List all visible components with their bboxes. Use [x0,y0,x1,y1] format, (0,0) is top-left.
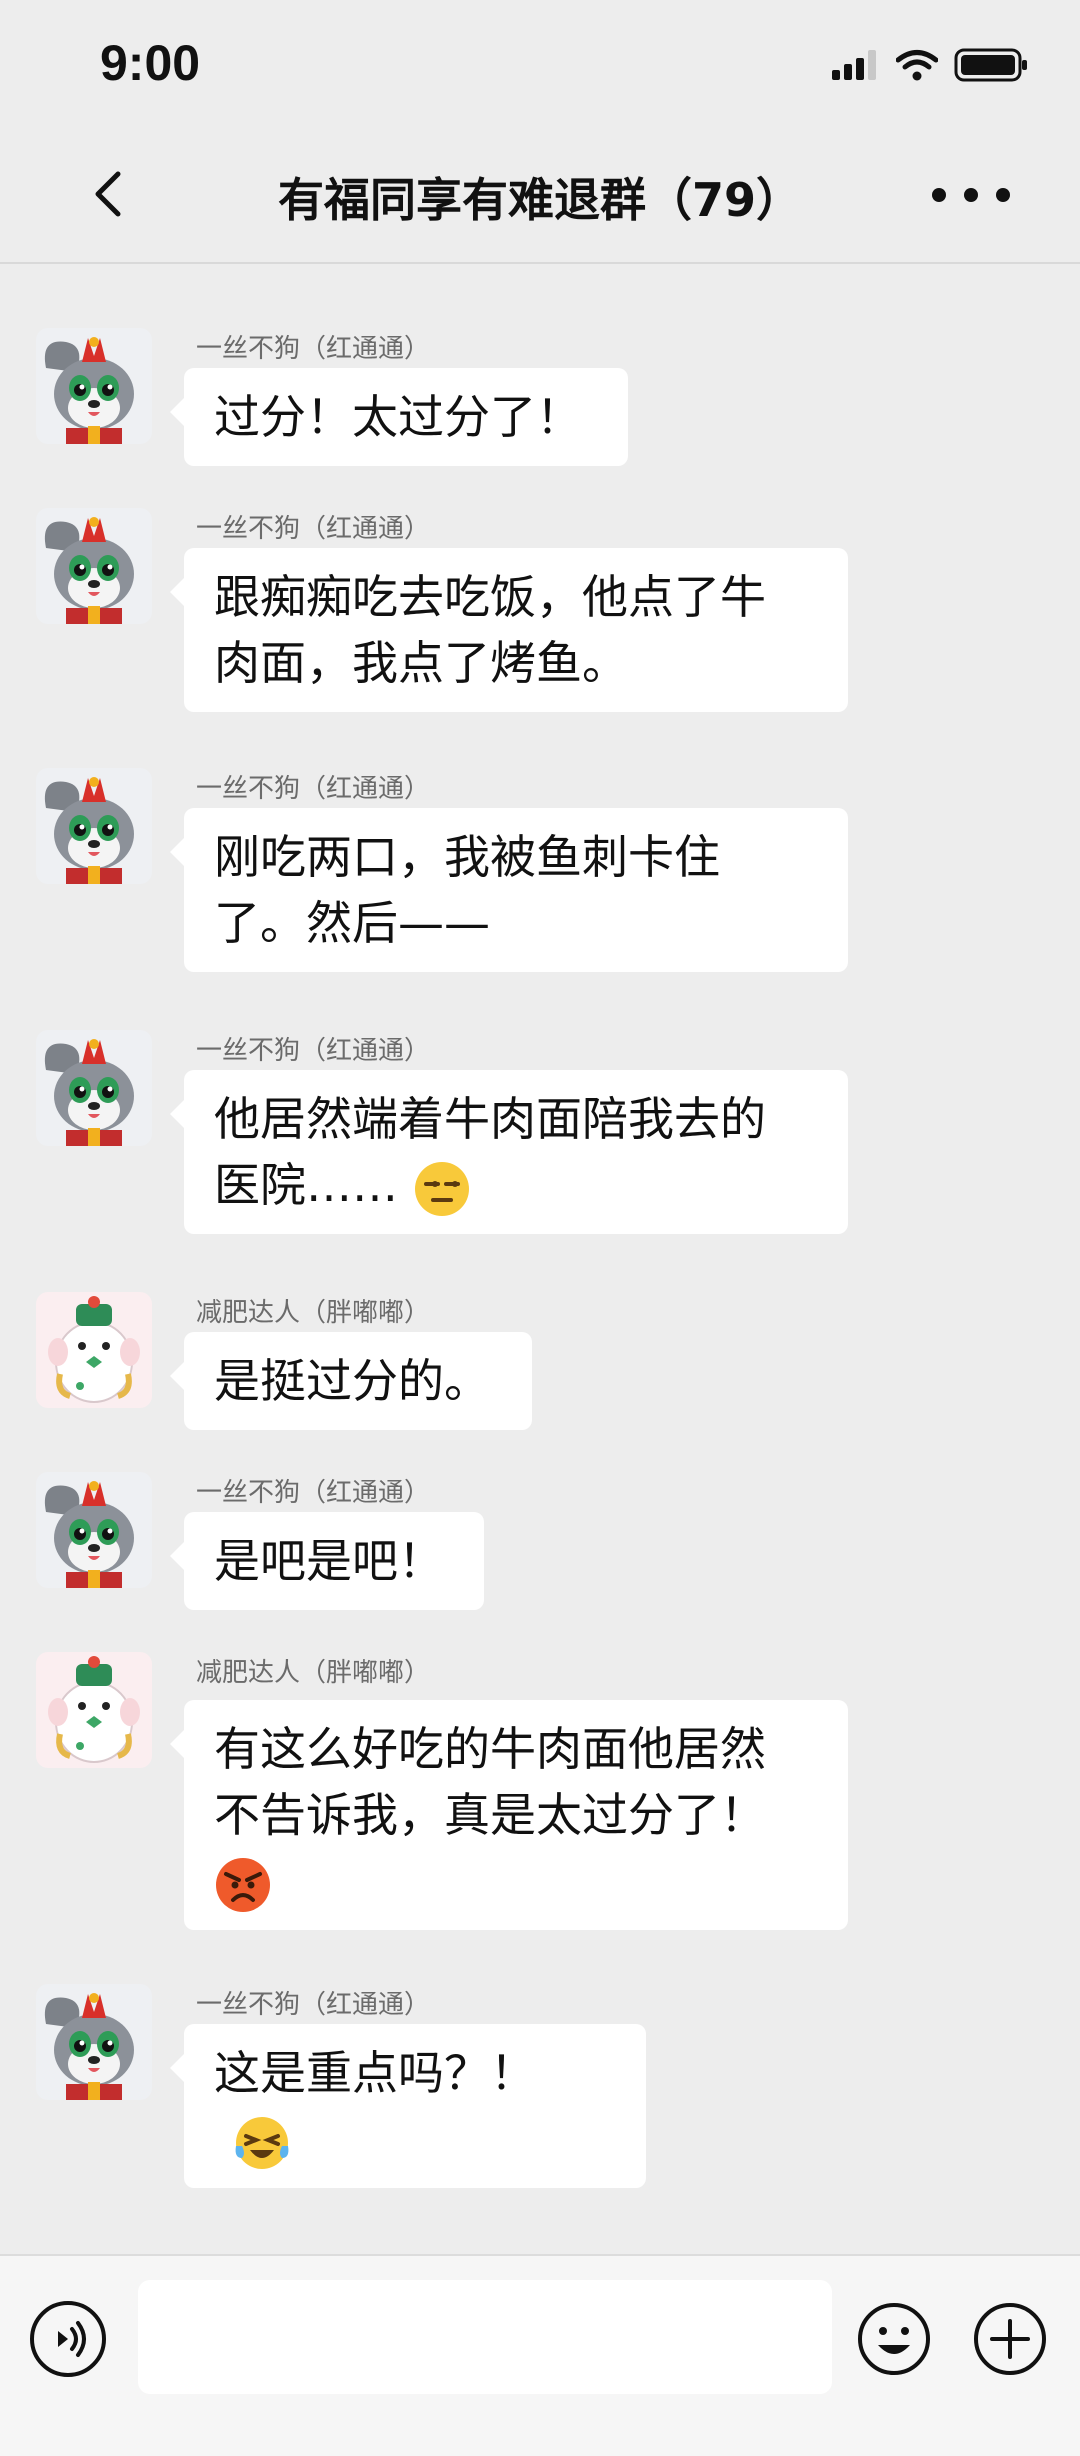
message-text-line: 他居然端着牛肉面陪我去的 [214,1092,766,1146]
gray-dog-avatar[interactable] [36,768,152,884]
gray-dog-avatar[interactable] [36,508,152,624]
white-pig-avatar[interactable] [36,1292,152,1408]
message-text-line: 肉面，我点了烤鱼。 [214,636,628,690]
message-text: 是挺过分的。 [214,1354,490,1408]
sender-name: 一丝不狗（红通通） [196,774,431,804]
message-text-line: 了。然后—— [214,896,490,950]
voice-icon [58,2321,86,2357]
message-text-line: 有这么好吃的牛肉面他居然 [214,1722,766,1776]
nav-bar: 有福同享有难退群（79） [0,130,1080,264]
message-text-line: 不告诉我，真是太过分了！ [214,1788,766,1842]
emoji-picker-button[interactable] [856,2301,932,2377]
message-list[interactable]: 一丝不狗（红通通） 过分！太过分了！ 一丝不狗（红通通） 跟痴痴吃去吃饭，他点了… [0,264,1080,2254]
status-icons [832,48,1028,82]
voice-input-button[interactable] [30,2301,106,2377]
message-bubble[interactable]: 跟痴痴吃去吃饭，他点了牛 肉面，我点了烤鱼。 [170,548,848,712]
gray-dog-avatar[interactable] [36,328,152,444]
message-bubble[interactable]: 刚吃两口，我被鱼刺卡住 了。然后—— [170,808,848,972]
message-bubble[interactable]: 是吧是吧！ [170,1512,484,1610]
white-pig-avatar[interactable] [36,1652,152,1768]
sender-name: 一丝不狗（红通通） [196,334,431,364]
message-text: 过分！太过分了！ [214,390,582,444]
message-bubble[interactable]: 他居然端着牛肉面陪我去的 医院…… [170,1070,848,1234]
angry-face-emoji [216,1857,270,1912]
signal-icon [832,50,876,80]
message-bubble[interactable]: 是挺过分的。 [170,1332,532,1430]
unamused-face-emoji [414,1161,469,1216]
chat-title: 有福同享有难退群（79） [277,173,802,227]
sender-name: 一丝不狗（红通通） [196,514,431,544]
sender-name: 一丝不狗（红通通） [196,1990,431,2020]
status-bar: 9:00 [0,0,1080,130]
sender-name: 减肥达人（胖嘟嘟） [196,1298,431,1328]
message-text: 是吧是吧！ [214,1534,444,1588]
message-bubble[interactable]: 过分！太过分了！ [170,368,628,466]
battery-icon [954,48,1027,82]
message-text: 医院…… [214,1158,398,1212]
sender-name: 减肥达人（胖嘟嘟） [196,1658,431,1688]
message-text: 这是重点吗？！ [214,2046,536,2100]
more-icon[interactable] [932,188,1010,202]
message-bubble[interactable]: 这是重点吗？！ [170,2024,646,2188]
message-text-line: 跟痴痴吃去吃饭，他点了牛 [214,570,766,624]
gray-dog-avatar[interactable] [36,1472,152,1588]
gray-dog-avatar[interactable] [36,1030,152,1146]
message-bubble[interactable]: 有这么好吃的牛肉面他居然 不告诉我，真是太过分了！ [170,1700,848,1930]
gray-dog-avatar[interactable] [36,1984,152,2100]
message-emoji-line [214,1848,818,1914]
sender-name: 一丝不狗（红通通） [196,1036,431,1066]
status-time: 9:00 [100,35,201,91]
sender-name: 一丝不狗（红通通） [196,1478,431,1508]
laughing-tears-face-emoji [235,2116,289,2169]
more-actions-button[interactable] [972,2301,1048,2377]
message-text-line: 刚吃两口，我被鱼刺卡住 [214,830,720,884]
message-text-line-with-emoji: 医院…… [214,1152,818,1218]
input-bar [0,2254,1080,2456]
message-input[interactable] [138,2280,832,2394]
wifi-icon [896,50,938,81]
